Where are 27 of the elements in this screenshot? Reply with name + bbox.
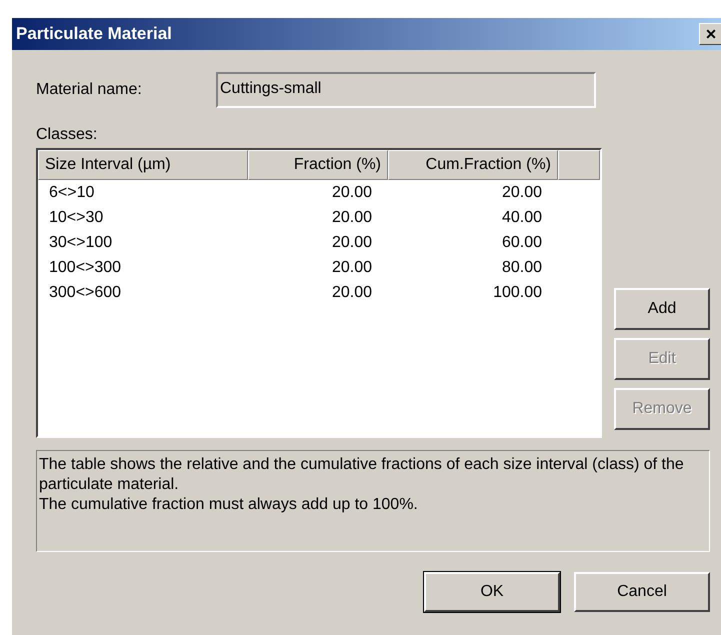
table-cell-text: 6<>10	[48, 184, 96, 202]
column-header[interactable]: Size Interval (µm)	[38, 150, 248, 180]
close-button[interactable]: ×	[699, 23, 721, 45]
dialog-button[interactable]: Cancel	[574, 572, 710, 612]
table-cell-text: 100.00	[492, 284, 543, 302]
table-cell-text: 40.00	[500, 208, 543, 226]
table-cell-text: 20.00	[330, 184, 373, 202]
table-cell-text: 60.00	[500, 234, 543, 252]
table-cell-text: 80.00	[500, 258, 543, 276]
section-label: Classes:	[36, 126, 98, 144]
field-label: Material name:	[36, 81, 143, 99]
dialog-button[interactable]: OK	[424, 572, 560, 612]
table-cell-text: 20.00	[330, 284, 373, 302]
description-text: The table shows the relative and the cumulative fractions of each size interval (class) of the particulate material. The cumulative fraction must always add up to 100%.	[36, 450, 710, 552]
table-cell-text: 100<>300	[48, 258, 122, 276]
table-cell-text: 20.00	[330, 258, 373, 276]
column-header[interactable]: Cum.Fraction (%)	[388, 150, 558, 180]
column-header[interactable]: Fraction (%)	[248, 150, 388, 180]
window-title: Particulate Material	[16, 24, 172, 44]
table-cell-text: 20.00	[500, 184, 543, 202]
table-cell-text: 30<>100	[48, 234, 114, 252]
table-cell-text: 10<>30	[48, 208, 104, 226]
table-cell-text: 20.00	[330, 208, 373, 226]
side-button[interactable]: Add	[614, 288, 710, 330]
table-cell-text: 300<>600	[48, 284, 122, 302]
input-field[interactable]: Cuttings-small	[216, 72, 596, 108]
table-cell-text: 20.00	[330, 234, 373, 252]
